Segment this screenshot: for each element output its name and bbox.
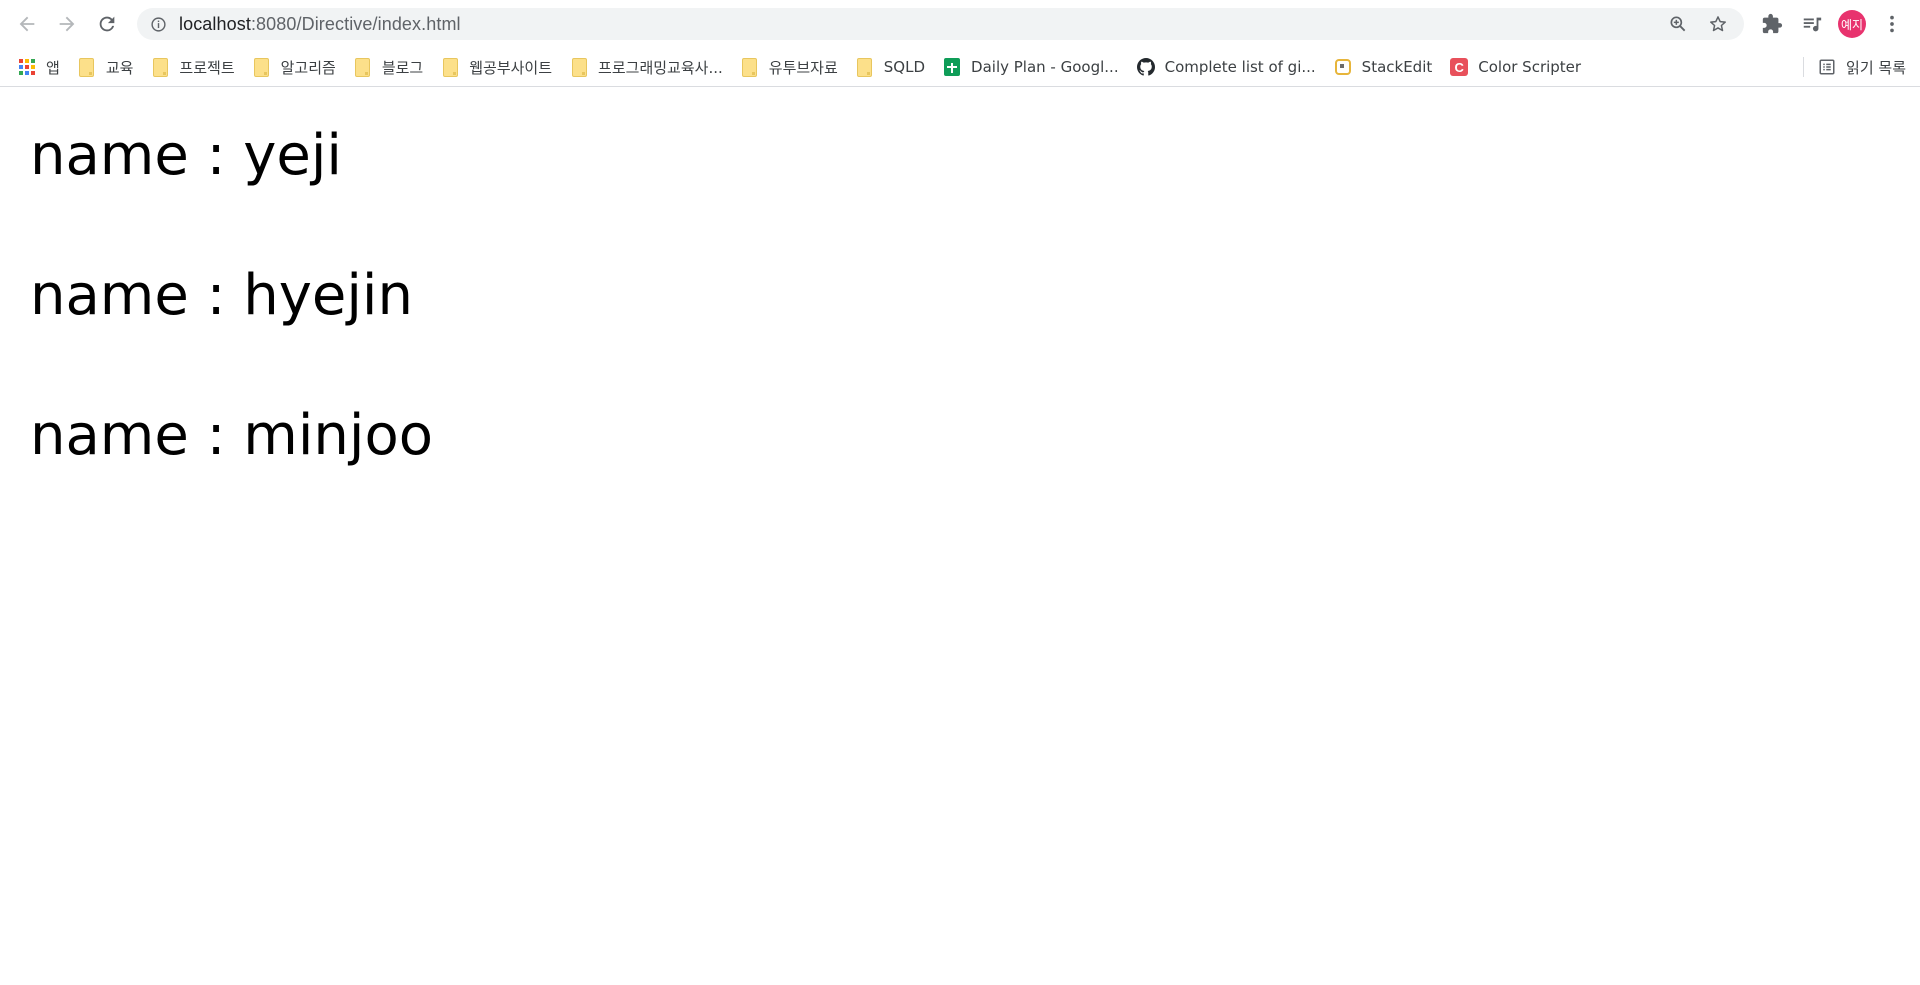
reload-icon bbox=[99, 16, 115, 32]
address-bar[interactable]: localhost:8080/Directive/index.html bbox=[137, 8, 1744, 40]
bookmark-folder-programming-edu[interactable]: 프로그래밍교육사... bbox=[561, 53, 732, 81]
bookmark-label: Daily Plan - Googl... bbox=[971, 58, 1119, 76]
bookmark-label: 교육 bbox=[105, 58, 134, 77]
reading-list-icon bbox=[1819, 59, 1835, 75]
bookmark-label: 앱 bbox=[46, 58, 60, 77]
arrow-left-icon bbox=[19, 16, 35, 32]
forward-button[interactable] bbox=[47, 4, 87, 44]
bookmark-label: Color Scripter bbox=[1478, 58, 1582, 76]
bookmark-label: 프로그래밍교육사... bbox=[598, 58, 723, 77]
arrow-right-icon bbox=[59, 16, 75, 32]
bookmark-folder-algorithms[interactable]: 알고리즘 bbox=[244, 53, 345, 81]
folder-icon bbox=[856, 57, 874, 77]
folder-icon bbox=[253, 57, 271, 77]
bookmark-label: 프로젝트 bbox=[179, 58, 235, 77]
folder-icon bbox=[741, 57, 759, 77]
color-scripter-icon: C bbox=[1450, 58, 1469, 76]
bookmark-label: 웹공부사이트 bbox=[469, 58, 553, 77]
bookmark-folder-youtube[interactable]: 유투브자료 bbox=[732, 53, 847, 81]
zoom-icon[interactable] bbox=[1658, 8, 1698, 40]
bookmark-apps[interactable]: 앱 bbox=[0, 53, 69, 81]
name-line: name : hyejin bbox=[30, 263, 413, 328]
reading-list-label: 읽기 목록 bbox=[1846, 58, 1906, 77]
bookmark-label: StackEdit bbox=[1361, 58, 1433, 76]
omnibox-actions bbox=[1658, 8, 1738, 40]
browser-toolbar: localhost:8080/Directive/index.html 예지 bbox=[0, 0, 1920, 48]
bookmark-label: Complete list of gi... bbox=[1164, 58, 1316, 76]
url-path: :8080/Directive/index.html bbox=[250, 13, 461, 34]
browser-right-tools: 예지 bbox=[1752, 4, 1912, 44]
bookmark-label: 유투브자료 bbox=[768, 58, 838, 77]
bookmark-folder-sqld[interactable]: SQLD bbox=[847, 53, 934, 81]
folder-icon bbox=[78, 57, 96, 77]
folder-icon bbox=[570, 57, 588, 77]
bookmark-label: SQLD bbox=[883, 58, 926, 76]
folder-icon bbox=[441, 57, 459, 77]
google-sheets-icon bbox=[943, 58, 961, 76]
back-button[interactable] bbox=[7, 4, 47, 44]
stackedit-icon bbox=[1334, 58, 1352, 76]
bookmark-label: 블로그 bbox=[381, 58, 424, 77]
bookmark-folder-projects[interactable]: 프로젝트 bbox=[142, 53, 243, 81]
bookmark-folder-blog[interactable]: 블로그 bbox=[345, 53, 432, 81]
folder-icon bbox=[354, 57, 372, 77]
bookmark-label: 알고리즘 bbox=[280, 58, 336, 77]
extensions-puzzle-icon[interactable] bbox=[1752, 4, 1792, 44]
page-content: name : yeji name : hyejin name : minjoo bbox=[30, 86, 433, 506]
bookmark-color-scripter[interactable]: C Color Scripter bbox=[1441, 53, 1590, 81]
bookmark-github[interactable]: Complete list of gi... bbox=[1128, 53, 1325, 81]
bookmark-star-icon[interactable] bbox=[1698, 8, 1738, 40]
url-text[interactable]: localhost:8080/Directive/index.html bbox=[179, 14, 461, 35]
folder-icon bbox=[151, 57, 169, 77]
divider bbox=[1803, 57, 1805, 77]
profile-avatar-button[interactable]: 예지 bbox=[1832, 4, 1872, 44]
bookmark-stackedit[interactable]: StackEdit bbox=[1325, 53, 1442, 81]
bookmark-folder-education[interactable]: 교육 bbox=[69, 53, 143, 81]
name-line: name : minjoo bbox=[30, 403, 433, 468]
media-queue-icon[interactable] bbox=[1792, 4, 1832, 44]
reload-button[interactable] bbox=[87, 4, 127, 44]
bookmark-folder-web-study[interactable]: 웹공부사이트 bbox=[432, 53, 561, 81]
apps-grid-icon bbox=[18, 58, 36, 76]
bookmark-daily-plan[interactable]: Daily Plan - Googl... bbox=[934, 53, 1128, 81]
url-host: localhost bbox=[179, 13, 251, 34]
github-icon bbox=[1136, 58, 1155, 76]
name-line: name : yeji bbox=[30, 123, 342, 188]
avatar: 예지 bbox=[1838, 10, 1866, 38]
reading-list-button[interactable]: 읽기 목록 bbox=[1803, 48, 1906, 86]
bookmarks-bar: 앱 교육 프로젝트 알고리즘 블로그 웹공부사이트 프로그래밍교육사... 유투… bbox=[0, 48, 1920, 87]
menu-kebab-icon[interactable] bbox=[1872, 4, 1912, 44]
site-info-icon[interactable] bbox=[149, 15, 167, 33]
